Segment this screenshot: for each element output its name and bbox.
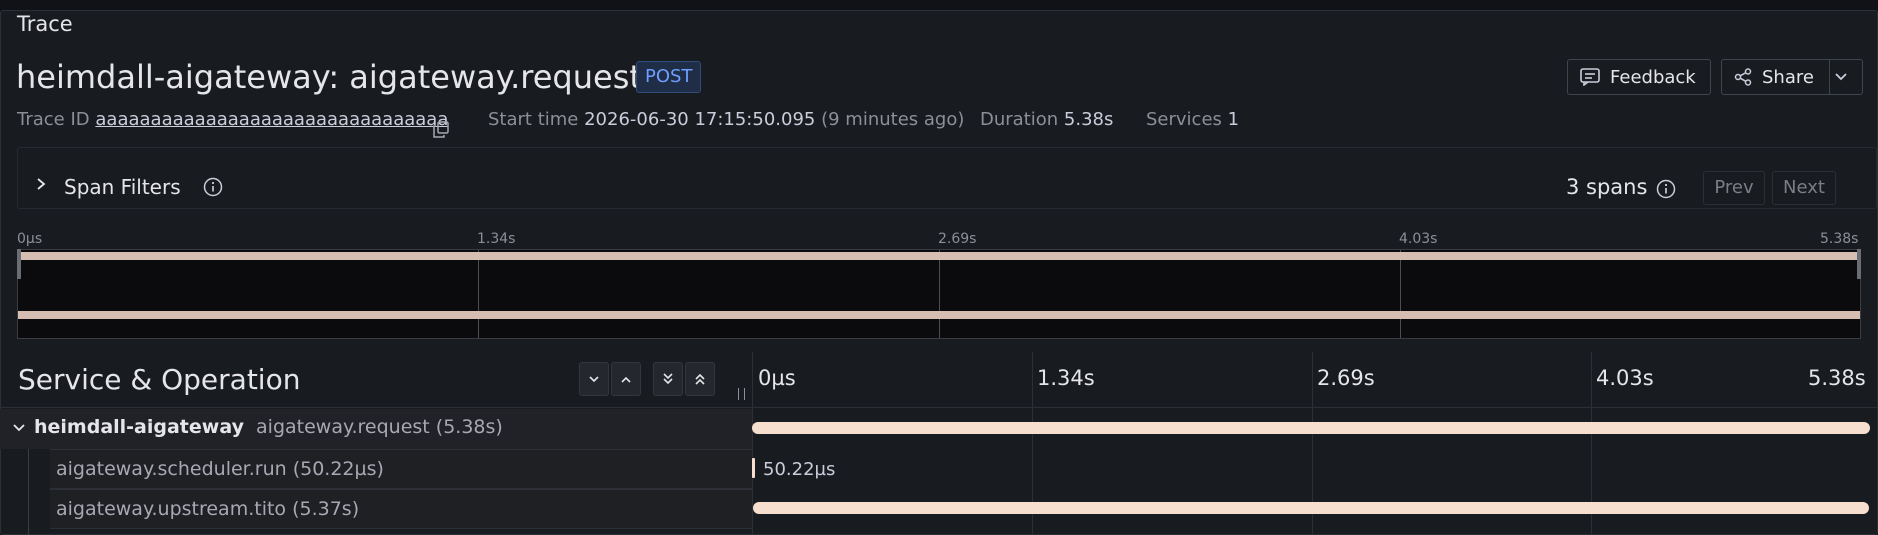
minimap-left-handle[interactable] [17, 249, 21, 279]
span-count: 3 spans [1566, 175, 1648, 199]
span-bar[interactable] [753, 502, 1869, 514]
start-time-value: 2026-06-30 17:15:50.095 [584, 109, 816, 130]
chevron-down-icon [589, 375, 599, 382]
minimap-span-bar [18, 311, 1860, 319]
trace-id-meta: Trace ID aaaaaaaaaaaaaaaaaaaaaaaaaaaaaaa… [17, 109, 448, 130]
duration-label: Duration [980, 109, 1059, 130]
minimap-span-bar [18, 252, 1860, 260]
span-name-cell: aigateway.upstream.tito (5.37s) [50, 489, 752, 529]
services-label: Services [1146, 109, 1222, 130]
services-value: 1 [1227, 109, 1240, 130]
collapse-one-button[interactable] [579, 362, 609, 396]
minimap-gridline [1400, 250, 1401, 338]
column-resize-handle[interactable] [738, 388, 745, 400]
panel-title: Trace [17, 12, 73, 36]
timeline-tick: 2.69s [1317, 366, 1375, 390]
duration-value: 5.38s [1063, 109, 1114, 130]
minimap-tick: 5.38s [1820, 231, 1859, 247]
minimap-tick: 2.69s [938, 231, 977, 247]
share-icon [1734, 68, 1752, 86]
expand-all-button[interactable] [685, 362, 715, 396]
timeline-tick: 5.38s [1808, 366, 1866, 390]
minimap-tick: 0µs [17, 231, 43, 247]
span-row[interactable]: aigateway.scheduler.run (50.22µs) [0, 449, 752, 489]
share-label: Share [1762, 66, 1814, 88]
start-time-meta: Start time 2026-06-30 17:15:50.095 (9 mi… [488, 109, 964, 130]
double-chevron-down-icon [663, 373, 673, 385]
minimap-right-handle[interactable] [1857, 249, 1861, 279]
span-name-cell: aigateway.scheduler.run (50.22µs) [50, 449, 752, 489]
start-time-relative: (9 minutes ago) [821, 109, 965, 130]
trace-id-value[interactable]: aaaaaaaaaaaaaaaaaaaaaaaaaaaaaaaa [95, 109, 448, 130]
comment-icon [1580, 68, 1600, 86]
span-operation: aigateway.request (5.38s) [256, 416, 503, 438]
duration-meta: Duration 5.38s [980, 109, 1113, 130]
chevron-down-icon[interactable] [13, 424, 25, 432]
http-method-badge: POST [636, 61, 702, 93]
minimap-gridline [939, 250, 940, 338]
service-operation-header: Service & Operation [18, 363, 301, 396]
span-duration-label: 50.22µs [763, 459, 836, 480]
collapse-all-button[interactable] [653, 362, 683, 396]
span-count-info-icon[interactable] [1656, 179, 1676, 199]
span-service: heimdall-aigateway [34, 416, 244, 438]
minimap-tick: 1.34s [477, 231, 516, 247]
info-icon[interactable] [203, 177, 223, 197]
span-bar[interactable] [752, 458, 755, 478]
copy-icon[interactable] [433, 121, 449, 138]
span-operation: aigateway.scheduler.run (50.22µs) [56, 458, 384, 480]
feedback-label: Feedback [1610, 66, 1696, 88]
chevron-right-icon[interactable] [34, 176, 48, 192]
trace-minimap[interactable] [17, 249, 1861, 339]
span-operation: aigateway.upstream.tito (5.37s) [56, 498, 360, 520]
double-chevron-up-icon [695, 373, 705, 385]
start-time-label: Start time [488, 109, 579, 130]
next-button[interactable]: Next [1772, 171, 1836, 205]
span-row[interactable]: aigateway.upstream.tito (5.37s) [0, 489, 752, 529]
minimap-gridline [478, 250, 479, 338]
feedback-button[interactable]: Feedback [1567, 59, 1711, 95]
trace-title: heimdall-aigateway: aigateway.request [16, 58, 642, 96]
span-filters-title[interactable]: Span Filters [64, 175, 181, 199]
expand-one-button[interactable] [611, 362, 641, 396]
prev-button[interactable]: Prev [1703, 171, 1765, 205]
share-options-button[interactable] [1829, 59, 1863, 95]
trace-id-label: Trace ID [17, 109, 90, 130]
chevron-down-icon [1835, 73, 1847, 81]
span-name: heimdall-aigateway aigateway.request (5.… [34, 416, 503, 438]
timeline-tick: 0µs [758, 366, 796, 390]
chevron-up-icon [621, 376, 631, 383]
minimap-tick: 4.03s [1399, 231, 1438, 247]
span-bar[interactable] [752, 422, 1870, 434]
timeline-tick: 4.03s [1596, 366, 1654, 390]
span-row[interactable]: heimdall-aigateway aigateway.request (5.… [0, 409, 752, 449]
services-meta: Services 1 [1146, 109, 1239, 130]
share-button[interactable]: Share [1721, 59, 1829, 95]
timeline-tick: 1.34s [1037, 366, 1095, 390]
